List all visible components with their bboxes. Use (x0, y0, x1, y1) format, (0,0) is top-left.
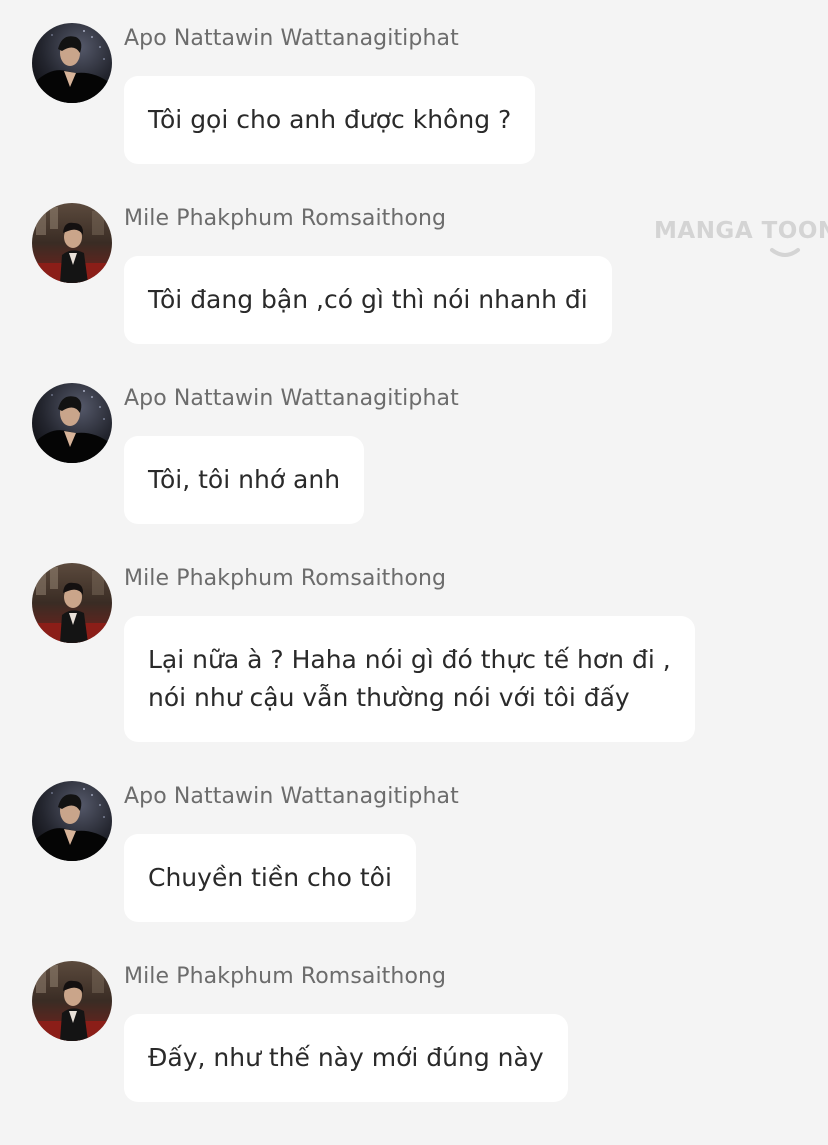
message-item: Mile Phakphum Romsaithong Lại nữa à ? Ha… (0, 540, 828, 760)
mile-avatar[interactable] (32, 563, 112, 643)
message-item: Mile Phakphum Romsaithong Đấy, như thế n… (0, 938, 828, 1118)
sender-name: Mile Phakphum Romsaithong (124, 206, 447, 231)
sender-name: Mile Phakphum Romsaithong (124, 964, 447, 989)
message-bubble[interactable]: Tôi gọi cho anh được không ? (124, 76, 536, 164)
message-text: nói như cậu vẫn thường nói với tôi đấy (148, 683, 630, 712)
message-text: Tôi đang bận ,có gì thì nói nhanh đi (148, 285, 588, 314)
sender-name: Apo Nattawin Wattanagitiphat (124, 784, 459, 809)
chat-thread: MANGA TOON Apo Nattawin Wattanagitiphat … (0, 0, 828, 1145)
message-item: Apo Nattawin Wattanagitiphat Tôi, tôi nh… (0, 360, 828, 540)
mile-avatar[interactable] (32, 203, 112, 283)
message-item: Apo Nattawin Wattanagitiphat Chuyền tiền… (0, 758, 828, 938)
message-bubble[interactable]: Tôi, tôi nhớ anh (124, 436, 365, 524)
message-bubble[interactable]: Đấy, như thế này mới đúng này (124, 1014, 568, 1102)
sender-name: Apo Nattawin Wattanagitiphat (124, 26, 459, 51)
message-bubble[interactable]: Tôi đang bận ,có gì thì nói nhanh đi (124, 256, 612, 344)
message-text: Chuyền tiền cho tôi (148, 863, 392, 892)
message-bubble[interactable]: Lại nữa à ? Haha nói gì đó thực tế hơn đ… (124, 616, 695, 742)
apo-avatar[interactable] (32, 23, 112, 103)
message-text: Lại nữa à ? Haha nói gì đó thực tế hơn đ… (148, 645, 671, 674)
apo-avatar[interactable] (32, 781, 112, 861)
sender-name: Apo Nattawin Wattanagitiphat (124, 386, 459, 411)
message-text: Đấy, như thế này mới đúng này (148, 1043, 544, 1072)
message-item: Mile Phakphum Romsaithong Tôi đang bận ,… (0, 180, 828, 360)
message-item: Apo Nattawin Wattanagitiphat Tôi gọi cho… (0, 0, 828, 180)
message-text: Tôi, tôi nhớ anh (148, 465, 341, 494)
apo-avatar[interactable] (32, 383, 112, 463)
message-bubble[interactable]: Chuyền tiền cho tôi (124, 834, 416, 922)
mile-avatar[interactable] (32, 961, 112, 1041)
message-text: Tôi gọi cho anh được không ? (148, 105, 512, 134)
sender-name: Mile Phakphum Romsaithong (124, 566, 447, 591)
